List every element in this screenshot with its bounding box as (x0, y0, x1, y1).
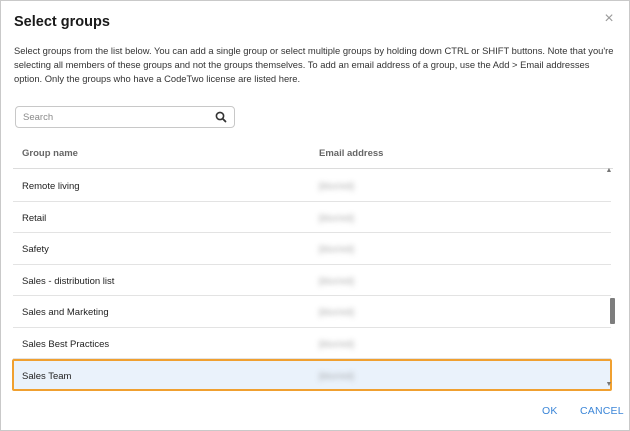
group-email: [blurred] (319, 212, 354, 224)
group-name: Sales - distribution list (22, 275, 115, 287)
select-groups-dialog: Select groups × Select groups from the l… (0, 0, 630, 431)
cancel-button[interactable]: CANCEL (580, 405, 624, 417)
group-name: Safety (22, 244, 49, 255)
group-name: Sales and Marketing (22, 307, 109, 318)
group-email: [blurred] (319, 275, 354, 287)
group-email: [blurred] (319, 371, 354, 382)
group-email: [blurred] (319, 181, 354, 192)
column-header-group-name[interactable]: Group name (22, 148, 78, 159)
group-email: [blurred] (319, 307, 354, 318)
ok-button[interactable]: OK (542, 405, 558, 417)
scrollbar-thumb[interactable] (610, 298, 615, 324)
group-name: Retail (22, 212, 47, 224)
table-row[interactable]: Safety [blurred] (13, 233, 611, 265)
group-email: [blurred] (319, 338, 354, 350)
group-email: [blurred] (319, 244, 354, 255)
table-row[interactable]: Retail [blurred] (13, 202, 611, 233)
table-row[interactable]: Sales and Marketing [blurred] (13, 296, 611, 328)
table-header: Group name Email address (13, 139, 613, 169)
table-row[interactable]: Sales Best Practices [blurred] (13, 328, 611, 359)
search-icon[interactable] (214, 110, 228, 124)
groups-list[interactable]: Remote living [blurred] Retail [blurred]… (12, 170, 612, 391)
group-name: Sales Best Practices (22, 338, 110, 350)
table-row[interactable]: Remote living [blurred] (13, 170, 611, 202)
scroll-up-arrow-icon[interactable]: ▲ (605, 167, 613, 174)
search-input[interactable] (21, 110, 214, 124)
search-box[interactable] (15, 106, 235, 128)
scroll-down-arrow-icon[interactable]: ▼ (605, 381, 613, 388)
dialog-title: Select groups (14, 14, 110, 30)
table-row[interactable]: Sales - distribution list [blurred] (13, 265, 611, 296)
table-row-selected[interactable]: Sales Team [blurred] (12, 359, 612, 391)
close-icon[interactable]: × (601, 11, 617, 27)
group-name: Sales Team (22, 371, 72, 382)
column-header-email-address[interactable]: Email address (319, 148, 383, 159)
dialog-description: Select groups from the list below. You c… (14, 45, 614, 84)
group-name: Remote living (22, 181, 80, 192)
